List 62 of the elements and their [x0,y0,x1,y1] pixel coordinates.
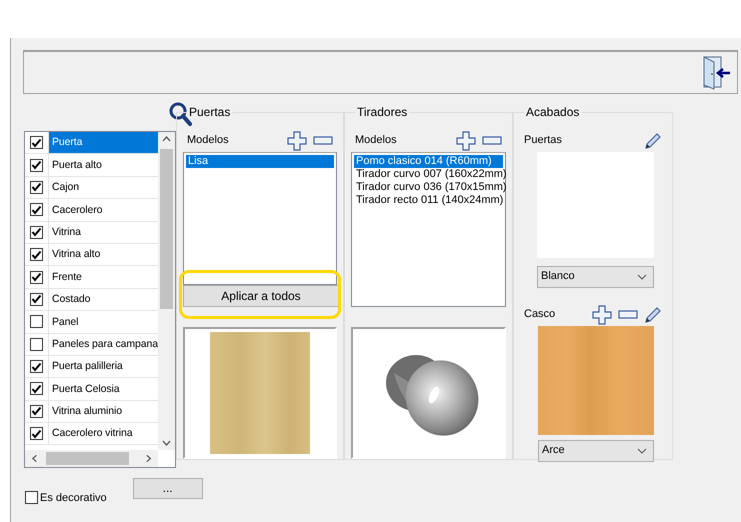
vertical-scrollbar[interactable] [158,132,175,450]
model-item[interactable]: Lisa [186,155,334,168]
list-item[interactable]: Cacerolero vitrina [49,423,158,444]
list-item[interactable]: Costado [49,288,158,310]
search-icon[interactable] [168,101,192,127]
finish-label: Puertas [524,134,562,148]
list-item[interactable]: Vitrina aluminio [49,400,158,422]
checkbox[interactable] [30,382,43,396]
checkbox-label: Es decorativo [40,492,107,506]
pencil-icon[interactable] [644,132,662,150]
scroll-left-icon[interactable] [31,454,38,463]
checkbox[interactable] [30,338,43,351]
group-title: Tiradores [356,106,408,118]
model-item[interactable]: Pomo clasico 014 (R60mm) [354,155,503,168]
checkbox[interactable] [30,404,43,418]
finish-dropdown[interactable]: Blanco [537,266,654,288]
model-item[interactable]: Tirador recto 011 (140x24mm) [354,194,506,207]
list-item[interactable]: Paneles para campana [49,334,158,355]
checkbox[interactable] [30,136,43,150]
group-title: Puertas [188,106,232,118]
checkbox[interactable] [30,248,43,262]
horizontal-scrollbar[interactable] [25,450,158,467]
checkbox[interactable] [30,203,43,216]
remove-icon[interactable] [482,136,502,146]
finish-label: Casco [524,308,556,322]
list-item[interactable]: Puerta Celosia [49,378,158,400]
add-icon[interactable] [287,131,307,151]
list-item[interactable]: Frente [49,266,158,288]
chevron-down-icon [637,448,647,454]
list-item[interactable]: Vitrina alto [49,244,158,266]
pencil-icon[interactable] [644,306,662,324]
group-title: Acabados [525,106,580,118]
checkbox[interactable] [30,270,43,284]
chevron-down-icon [637,274,647,280]
remove-icon[interactable] [618,310,638,320]
apply-all-button[interactable]: Aplicar a todos [183,285,339,307]
remove-icon[interactable] [313,136,333,146]
list-item[interactable]: Panel [49,311,158,333]
checkbox[interactable] [30,180,43,194]
list-item[interactable]: Cacerolero [49,199,158,221]
list-item[interactable]: Puerta palilleria [49,356,158,378]
add-icon[interactable] [456,131,476,151]
model-item[interactable]: Tirador curvo 007 (160x22mm) [354,168,509,181]
checkbox[interactable] [30,158,43,172]
checkbox[interactable] [30,315,43,328]
add-icon[interactable] [592,305,612,325]
models-label: Modelos [187,134,229,148]
more-button[interactable]: ... [132,478,203,499]
exit-door-icon[interactable] [701,54,731,90]
checkbox[interactable] [30,427,43,440]
list-item[interactable]: Cajon [49,176,158,198]
list-item[interactable]: Puerta alto [49,154,158,176]
finish-dropdown[interactable]: Arce [538,440,654,462]
list-item[interactable]: Vitrina [49,222,158,243]
checkbox[interactable] [30,360,43,374]
checkbox[interactable] [25,490,38,504]
checkbox[interactable] [30,292,43,306]
model-item[interactable]: Tirador curvo 036 (170x15mm) [354,181,509,194]
checkbox[interactable] [30,226,43,239]
scroll-right-icon[interactable] [144,454,152,463]
models-label: Modelos [355,134,397,148]
list-item[interactable]: Puerta [49,132,158,154]
